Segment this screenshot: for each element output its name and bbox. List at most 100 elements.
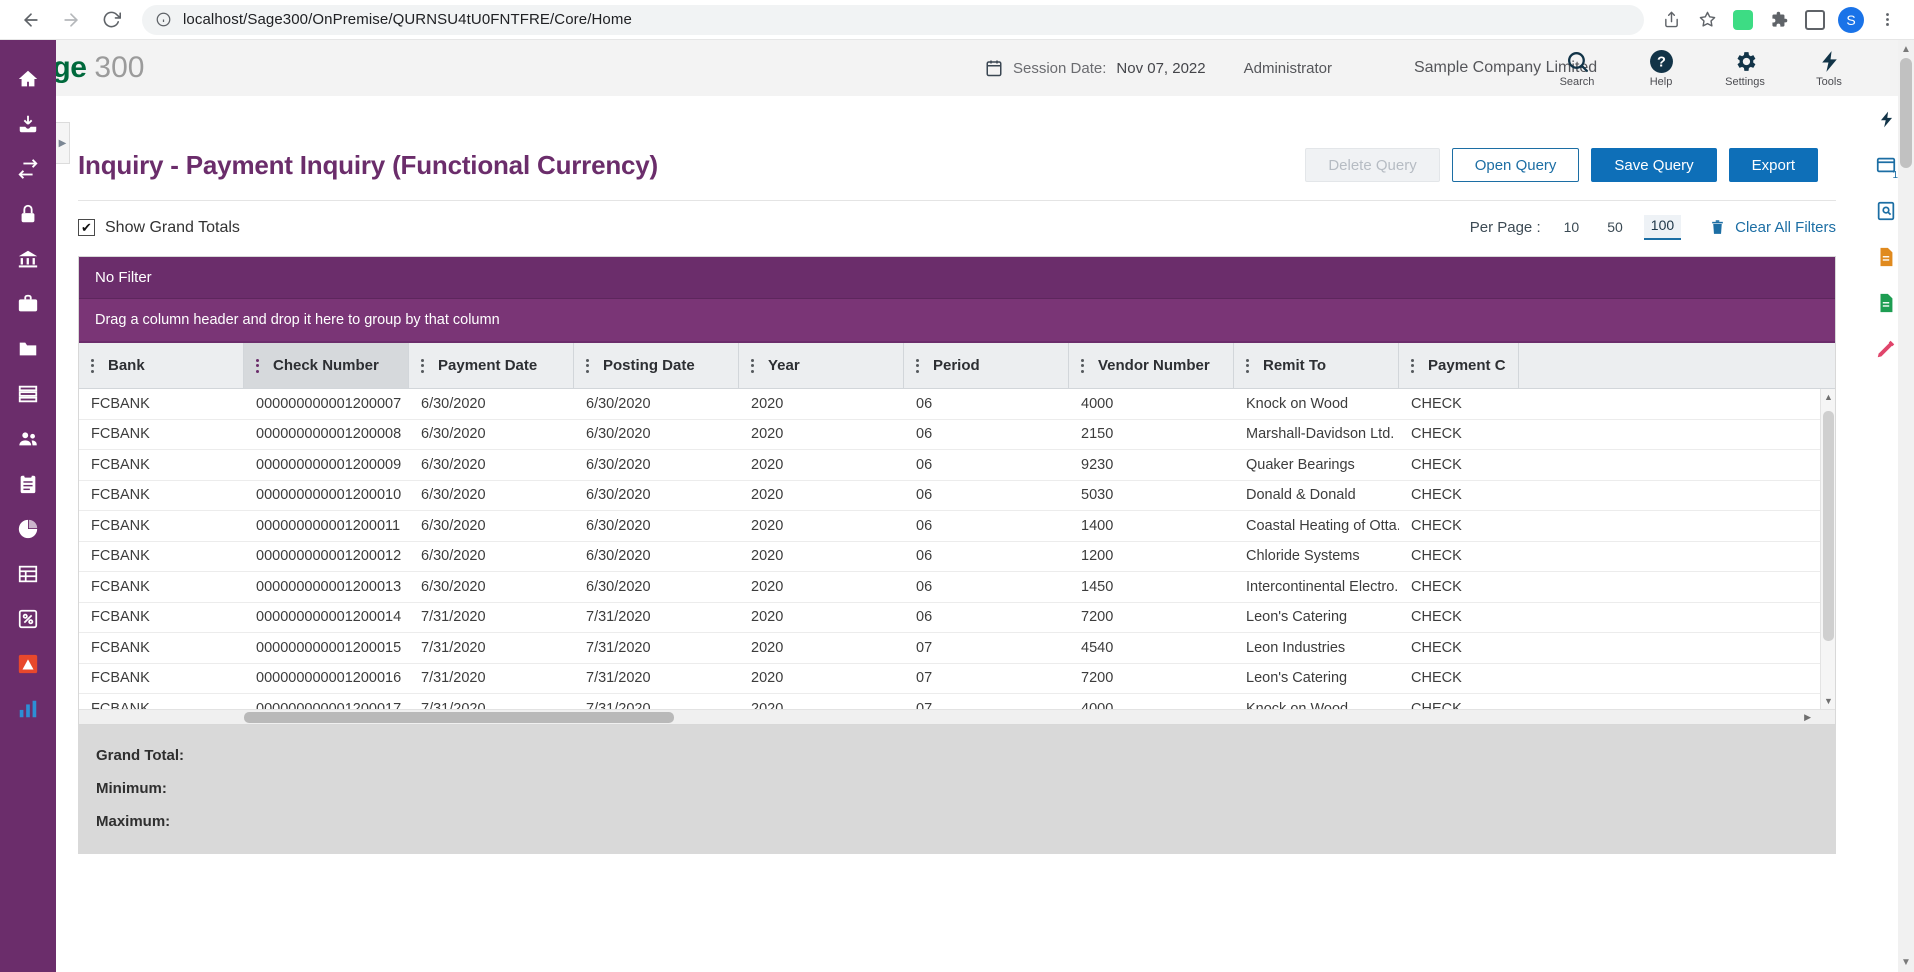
table-row[interactable]: FCBANK 000000000001200012 6/30/2020 6/30/20… xyxy=(79,542,1835,572)
back-arrow-icon[interactable] xyxy=(14,3,48,37)
column-menu-icon[interactable] xyxy=(421,358,424,373)
grid-rows-container: FCBANK 000000000001200007 6/30/2020 6/30/20… xyxy=(79,389,1835,709)
filter-status-bar[interactable]: No Filter xyxy=(79,257,1835,299)
table-row[interactable]: FCBANK 000000000001200013 6/30/2020 6/30/20… xyxy=(79,572,1835,603)
cell-payment_date: 7/31/2020 xyxy=(421,639,486,656)
help-button[interactable]: ? Help xyxy=(1636,49,1686,88)
save-query-button[interactable]: Save Query xyxy=(1591,148,1717,182)
table-row[interactable]: FCBANK 000000000001200016 7/31/2020 7/31/20… xyxy=(79,664,1835,694)
column-header-payment-date[interactable]: Payment Date xyxy=(409,343,574,388)
table-row[interactable]: FCBANK 000000000001200007 6/30/2020 6/30/20… xyxy=(79,389,1835,420)
extension-green-icon[interactable] xyxy=(1730,7,1756,33)
cell-check: 000000000001200017 xyxy=(256,700,402,709)
column-header-payment-c[interactable]: Payment C xyxy=(1399,343,1519,388)
export-button[interactable]: Export xyxy=(1728,148,1818,182)
column-menu-icon[interactable] xyxy=(586,358,589,373)
table-row[interactable]: FCBANK 000000000001200015 7/31/2020 7/31/20… xyxy=(79,633,1835,664)
clear-all-filters-label: Clear All Filters xyxy=(1735,219,1836,236)
home-icon[interactable] xyxy=(0,56,56,101)
reload-icon[interactable] xyxy=(94,3,128,37)
cell-payment_code: CHECK xyxy=(1411,700,1462,709)
avatar[interactable]: S xyxy=(1838,6,1864,33)
bank-icon[interactable] xyxy=(0,236,56,281)
column-header-bank[interactable]: Bank xyxy=(79,343,244,388)
per-page-50[interactable]: 50 xyxy=(1600,217,1630,240)
query-action-buttons: Delete Query Open Query Save Query Expor… xyxy=(1305,148,1818,182)
cell-check: 000000000001200008 xyxy=(256,426,402,443)
column-menu-icon[interactable] xyxy=(91,358,94,373)
grid-scroll-up-icon[interactable]: ▲ xyxy=(1824,392,1833,402)
table-row[interactable]: FCBANK 000000000001200014 7/31/2020 7/31/20… xyxy=(79,603,1835,633)
grid-scroll-down-icon[interactable]: ▼ xyxy=(1824,696,1833,706)
table-row[interactable]: FCBANK 000000000001200008 6/30/2020 6/30/20… xyxy=(79,420,1835,450)
open-query-button[interactable]: Open Query xyxy=(1451,148,1580,182)
table-row[interactable]: FCBANK 000000000001200010 6/30/2020 6/30/20… xyxy=(79,481,1835,511)
lock-icon[interactable] xyxy=(0,191,56,236)
clear-all-filters-button[interactable]: Clear All Filters xyxy=(1709,219,1836,236)
settings-button[interactable]: Settings xyxy=(1720,49,1770,88)
column-menu-icon[interactable] xyxy=(1081,358,1084,373)
browser-window-icon[interactable] xyxy=(1802,7,1828,33)
column-menu-icon[interactable] xyxy=(751,358,754,373)
column-header-check-number[interactable]: Check Number xyxy=(244,343,409,388)
user-name[interactable]: Administrator xyxy=(1244,60,1332,77)
cell-vendor: 4540 xyxy=(1081,639,1114,656)
table-icon[interactable] xyxy=(0,551,56,596)
extensions-puzzle-icon[interactable] xyxy=(1766,7,1792,33)
sidebar-flyout-toggle[interactable]: ▶ xyxy=(56,122,70,164)
clipboard-icon[interactable] xyxy=(0,461,56,506)
checkbox-box[interactable]: ✔ xyxy=(78,219,95,236)
briefcase-icon[interactable] xyxy=(0,281,56,326)
address-bar[interactable]: localhost/Sage300/OnPremise/QURNSU4tU0FN… xyxy=(142,4,1644,35)
search-button[interactable]: Search xyxy=(1552,49,1602,88)
page-scrollbar-thumb[interactable] xyxy=(1900,58,1912,168)
transfer-icon[interactable] xyxy=(0,146,56,191)
per-page-10[interactable]: 10 xyxy=(1557,217,1587,240)
red-app-icon[interactable] xyxy=(0,641,56,686)
chrome-menu-icon[interactable] xyxy=(1874,7,1900,33)
bar-chart-icon[interactable] xyxy=(0,686,56,731)
share-icon[interactable] xyxy=(1658,7,1684,33)
column-header-vendor-number[interactable]: Vendor Number xyxy=(1069,343,1234,388)
group-by-dropzone[interactable]: Drag a column header and drop it here to… xyxy=(79,299,1835,341)
pie-chart-icon[interactable] xyxy=(0,506,56,551)
column-menu-icon[interactable] xyxy=(1246,358,1249,373)
cell-period: 06 xyxy=(916,426,933,443)
column-header-year[interactable]: Year xyxy=(739,343,904,388)
star-icon[interactable] xyxy=(1694,7,1720,33)
grid-hscroll-thumb[interactable] xyxy=(244,712,674,723)
column-header-posting-date[interactable]: Posting Date xyxy=(574,343,739,388)
table-row[interactable]: FCBANK 000000000001200017 7/31/2020 7/31/20… xyxy=(79,694,1835,709)
cell-period: 06 xyxy=(916,456,933,473)
cell-remit_to: Leon's Catering xyxy=(1246,609,1348,626)
percent-icon[interactable] xyxy=(0,596,56,641)
forward-arrow-icon[interactable] xyxy=(54,3,88,37)
scroll-down-arrow-icon[interactable]: ▼ xyxy=(1901,957,1911,968)
inbox-arrow-icon[interactable] xyxy=(0,101,56,146)
grid-scroll-right-icon[interactable]: ▶ xyxy=(1804,712,1811,723)
column-menu-icon[interactable] xyxy=(256,358,259,373)
grid-horizontal-scrollbar[interactable]: ◀ ▶ xyxy=(79,709,1835,724)
delete-query-button[interactable]: Delete Query xyxy=(1305,148,1440,182)
column-header-period[interactable]: Period xyxy=(904,343,1069,388)
column-menu-icon[interactable] xyxy=(1411,358,1414,373)
column-header-remit-to[interactable]: Remit To xyxy=(1234,343,1399,388)
show-grand-totals-checkbox[interactable]: ✔ Show Grand Totals xyxy=(78,219,240,237)
scroll-up-arrow-icon[interactable]: ▲ xyxy=(1901,44,1911,55)
table-row[interactable]: FCBANK 000000000001200009 6/30/2020 6/30/20… xyxy=(79,450,1835,481)
grid-vertical-scrollbar[interactable]: ▲ ▼ xyxy=(1820,389,1835,709)
tools-button[interactable]: Tools xyxy=(1804,49,1854,88)
page-scrollbar[interactable]: ▲ ▼ xyxy=(1898,40,1914,972)
layers-icon[interactable] xyxy=(0,371,56,416)
people-icon[interactable] xyxy=(0,416,56,461)
table-row[interactable]: FCBANK 000000000001200011 6/30/2020 6/30/20… xyxy=(79,511,1835,542)
per-page-100[interactable]: 100 xyxy=(1643,215,1682,240)
folder-icon[interactable] xyxy=(0,326,56,371)
grid-vscroll-thumb[interactable] xyxy=(1823,411,1834,641)
app-header: sage 300 Session Date: Nov 07, 2022 Admi… xyxy=(0,40,1914,96)
cell-bank: FCBANK xyxy=(91,700,150,709)
search-label: Search xyxy=(1559,75,1595,88)
site-info-icon[interactable] xyxy=(156,12,171,27)
cell-remit_to: Leon's Catering xyxy=(1246,670,1348,687)
column-menu-icon[interactable] xyxy=(916,358,919,373)
